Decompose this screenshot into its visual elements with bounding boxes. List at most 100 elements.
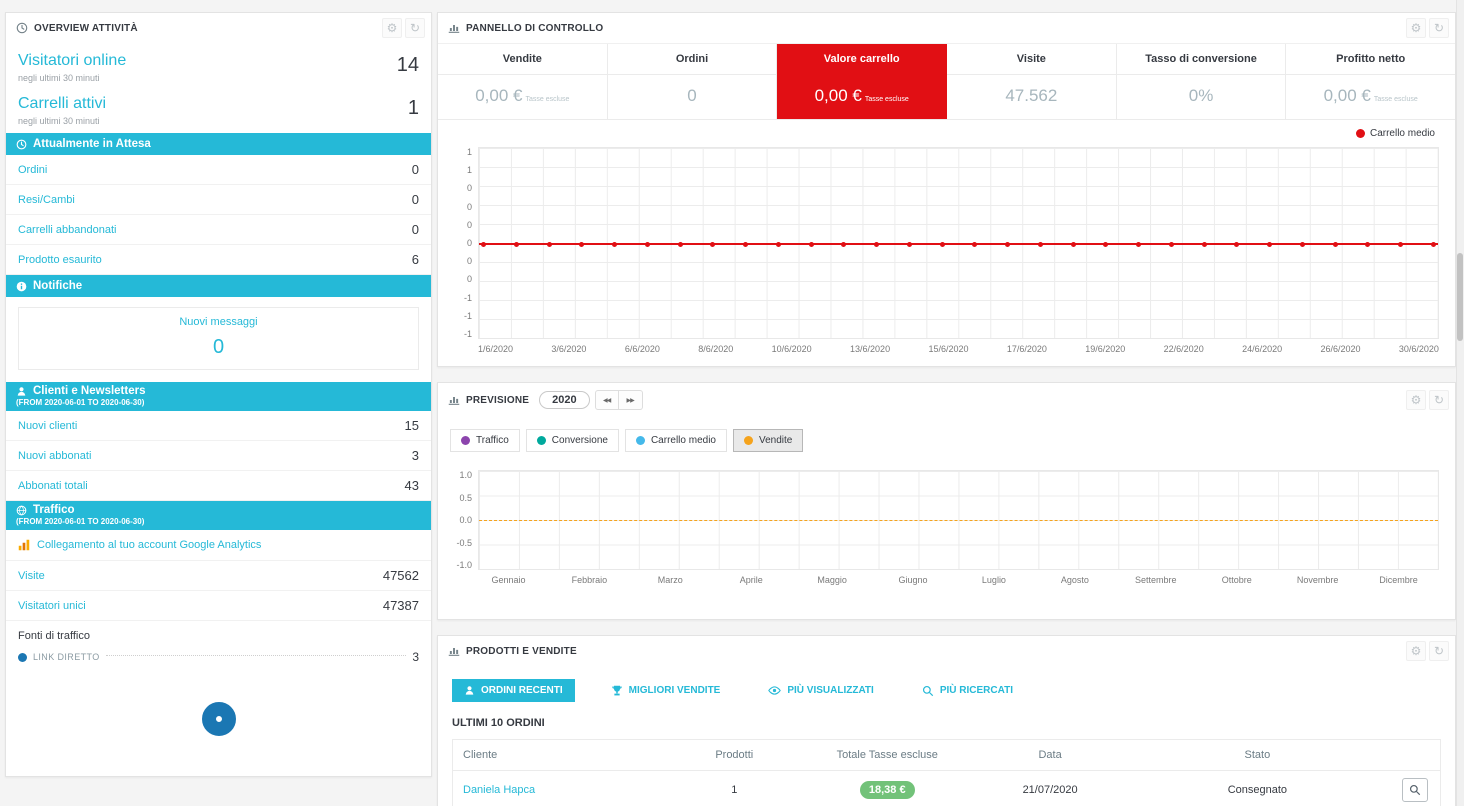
column-header-stato: Stato — [1124, 740, 1390, 771]
refresh-icon[interactable]: ↻ — [1429, 18, 1449, 38]
google-analytics-link[interactable]: Collegamento al tuo account Google Analy… — [6, 530, 431, 561]
row-label: Abbonati totali — [18, 480, 88, 492]
data-point — [907, 242, 912, 247]
metric-visite[interactable]: Visite 47.562 — [947, 44, 1117, 119]
section-subtitle: (FROM 2020-06-01 TO 2020-06-30) — [16, 398, 421, 407]
row-value: 43 — [405, 478, 419, 493]
active-carts-value: 1 — [408, 95, 419, 120]
traffic-sources-title: Fonti di traffico — [6, 621, 431, 645]
metric-tasso-conversione[interactable]: Tasso di conversione 0% — [1117, 44, 1287, 119]
active-carts-link[interactable]: Carrelli attivi — [18, 95, 106, 113]
search-icon — [922, 685, 934, 697]
panel-title: OVERVIEW ATTIVITÀ — [34, 23, 138, 34]
panel-title: PRODOTTI E VENDITE — [466, 646, 577, 657]
previous-year-button[interactable]: ◀◀ — [595, 390, 619, 410]
gear-icon[interactable]: ⚙ — [1406, 390, 1426, 410]
tab-piu-visualizzati[interactable]: PIÙ VISUALIZZATI — [756, 678, 885, 703]
gear-icon[interactable]: ⚙ — [1406, 641, 1426, 661]
blue-dot-icon — [636, 436, 645, 445]
refresh-icon[interactable]: ↻ — [1429, 641, 1449, 661]
customer-link[interactable]: Daniela Hapca — [463, 784, 535, 796]
row-label: Carrelli abbandonati — [18, 224, 116, 236]
traffic-donut-chart — [6, 672, 431, 776]
person-icon — [464, 685, 475, 696]
unique-visitors-row[interactable]: Visitatori unici 47387 — [6, 591, 431, 621]
data-point — [514, 242, 519, 247]
legend-carrello-medio-button[interactable]: Carrello medio — [625, 429, 727, 452]
next-year-button[interactable]: ▶▶ — [619, 390, 643, 410]
forecast-legend: Traffico Conversione Carrello medio Vend… — [438, 417, 1455, 466]
activity-overview-panel: OVERVIEW ATTIVITÀ ⚙ ↻ Visitatori online … — [5, 12, 432, 777]
column-header-data: Data — [976, 740, 1124, 771]
data-point — [1365, 242, 1370, 247]
view-order-button[interactable] — [1402, 778, 1428, 802]
online-visitors-item: Visitatori online negli ultimi 30 minuti… — [18, 47, 419, 90]
online-visitors-sublabel: negli ultimi 30 minuti — [18, 73, 126, 83]
column-header-cliente: Cliente — [453, 740, 670, 771]
new-messages-label: Nuovi messaggi — [27, 316, 410, 328]
metric-vendite[interactable]: Vendite 0,00 €Tasse escluse — [438, 44, 608, 119]
metric-note: Tasse escluse — [525, 96, 569, 103]
line-chart-plot-area — [478, 147, 1439, 339]
data-point — [776, 242, 781, 247]
row-value: 0 — [412, 192, 419, 207]
tab-migliori-vendite[interactable]: MIGLIORI VENDITE — [599, 679, 733, 703]
legend-conversione-button[interactable]: Conversione — [526, 429, 619, 452]
pending-returns-row[interactable]: Resi/Cambi 0 — [6, 185, 431, 215]
pending-orders-row[interactable]: Ordini 0 — [6, 155, 431, 185]
new-messages-box[interactable]: Nuovi messaggi 0 — [18, 307, 419, 370]
order-status: Consegnato — [1124, 771, 1390, 806]
dotted-leader — [106, 655, 407, 656]
data-point — [1103, 242, 1108, 247]
data-point — [1234, 242, 1239, 247]
new-customers-row[interactable]: Nuovi clienti 15 — [6, 411, 431, 441]
x-axis-labels: 1/6/20203/6/2020 6/6/20208/6/2020 10/6/2… — [478, 339, 1439, 354]
order-date: 21/07/2020 — [976, 771, 1124, 806]
clock-icon — [16, 139, 27, 150]
visits-row[interactable]: Visite 47562 — [6, 561, 431, 591]
abandoned-carts-row[interactable]: Carrelli abbandonati 0 — [6, 215, 431, 245]
refresh-icon[interactable]: ↻ — [405, 18, 425, 38]
google-analytics-label: Collegamento al tuo account Google Analy… — [37, 539, 261, 551]
chart-icon — [448, 394, 460, 406]
scrollbar-track[interactable] — [1456, 0, 1464, 806]
refresh-icon[interactable]: ↻ — [1429, 390, 1449, 410]
data-point — [645, 242, 650, 247]
eye-icon — [768, 684, 781, 697]
column-header-prodotti: Prodotti — [670, 740, 798, 771]
legend-label: Carrello medio — [1370, 128, 1435, 139]
new-subscribers-row[interactable]: Nuovi abbonati 3 — [6, 441, 431, 471]
online-visitors-link[interactable]: Visitatori online — [18, 52, 126, 70]
row-label: Visite — [18, 570, 45, 582]
row-value: 0 — [412, 222, 419, 237]
scrollbar-thumb[interactable] — [1457, 253, 1463, 341]
data-point — [1005, 242, 1010, 247]
row-label: Resi/Cambi — [18, 194, 75, 206]
legend-traffico-button[interactable]: Traffico — [450, 429, 520, 452]
traffic-section-header: Traffico (FROM 2020-06-01 TO 2020-06-30) — [6, 501, 431, 530]
data-series-line — [479, 520, 1438, 521]
total-badge: 18,38 € — [860, 781, 915, 799]
data-point — [678, 242, 683, 247]
row-label: Nuovi clienti — [18, 420, 77, 432]
data-point — [547, 242, 552, 247]
metric-valore-carrello[interactable]: Valore carrello 0,00 €Tasse escluse — [777, 44, 947, 119]
tab-ordini-recenti[interactable]: ORDINI RECENTI — [452, 679, 575, 702]
year-selector[interactable]: 2020 — [539, 391, 589, 409]
gear-icon[interactable]: ⚙ — [382, 18, 402, 38]
data-point — [1300, 242, 1305, 247]
total-subscribers-row[interactable]: Abbonati totali 43 — [6, 471, 431, 501]
out-of-stock-row[interactable]: Prodotto esaurito 6 — [6, 245, 431, 275]
chart-legend: Carrello medio — [448, 122, 1439, 147]
clock-icon — [16, 22, 28, 34]
legend-vendite-button[interactable]: Vendite — [733, 429, 803, 452]
active-carts-item: Carrelli attivi negli ultimi 30 minuti 1 — [18, 90, 419, 133]
metric-label: Tasso di conversione — [1117, 44, 1286, 75]
donut-ring — [202, 702, 236, 736]
metric-profitto-netto[interactable]: Profitto netto 0,00 €Tasse escluse — [1286, 44, 1455, 119]
gear-icon[interactable]: ⚙ — [1406, 18, 1426, 38]
source-value: 3 — [412, 650, 419, 664]
metric-ordini[interactable]: Ordini 0 — [608, 44, 778, 119]
tab-piu-ricercati[interactable]: PIÙ RICERCATI — [910, 679, 1025, 703]
info-icon — [16, 281, 27, 292]
